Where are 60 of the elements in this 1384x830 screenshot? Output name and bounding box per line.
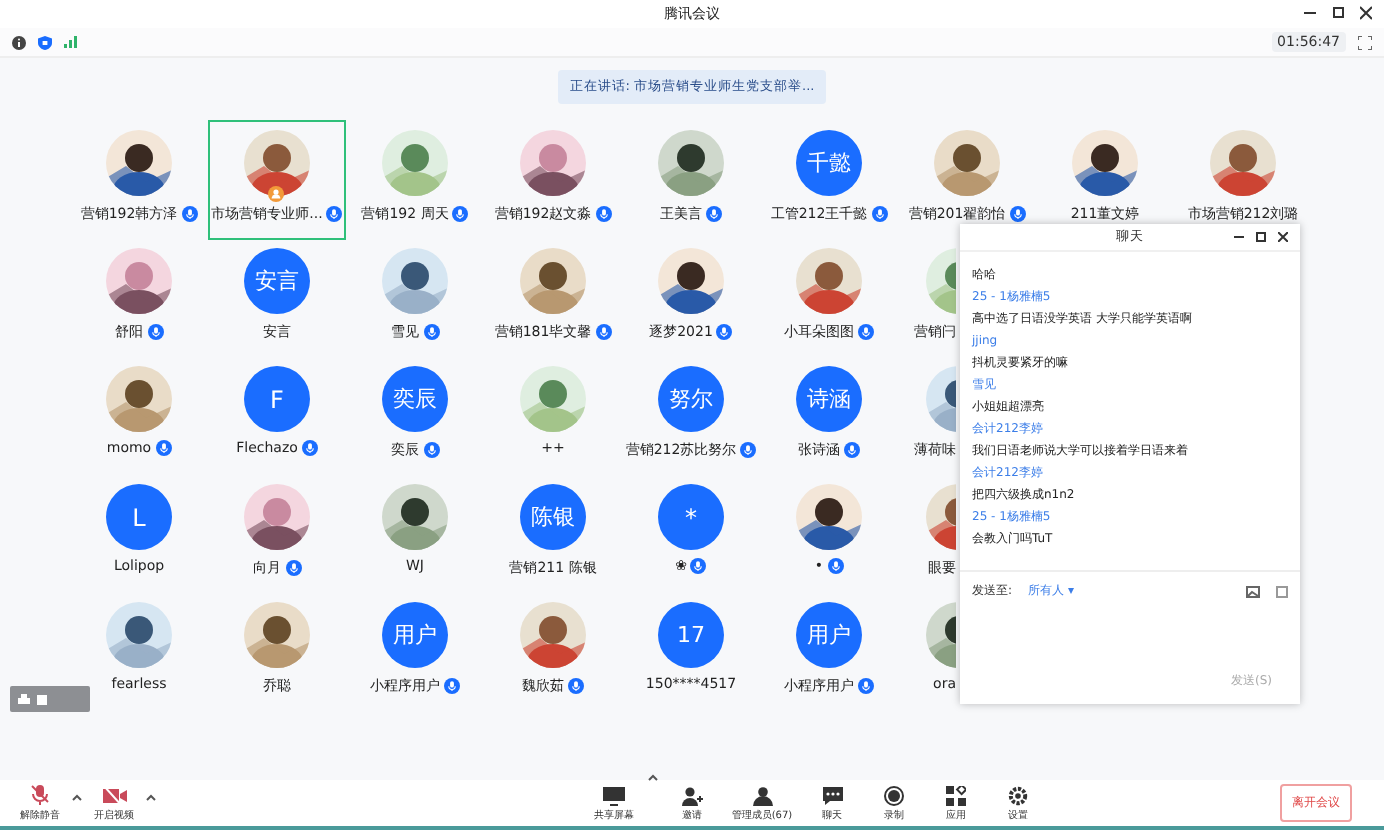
mic-icon bbox=[285, 560, 301, 576]
mic-icon bbox=[740, 442, 757, 458]
avatar: 17 bbox=[658, 602, 724, 668]
mic-icon bbox=[423, 324, 439, 340]
avatar: 诗涵 bbox=[796, 366, 862, 432]
minimize-icon[interactable] bbox=[1234, 232, 1244, 242]
restore-icon[interactable] bbox=[1332, 6, 1344, 20]
image-icon[interactable] bbox=[1246, 585, 1260, 597]
window-icon[interactable] bbox=[36, 693, 48, 705]
caret-icon[interactable] bbox=[648, 773, 658, 781]
record-icon bbox=[884, 785, 904, 805]
shield-icon[interactable] bbox=[38, 35, 52, 49]
avatar: 努尔 bbox=[658, 366, 724, 432]
mic-icon bbox=[706, 206, 722, 222]
mic-icon bbox=[858, 324, 874, 340]
mic-icon bbox=[690, 558, 707, 574]
mic-icon bbox=[568, 678, 584, 694]
avatar: F bbox=[244, 366, 310, 432]
caret-icon[interactable] bbox=[72, 793, 82, 801]
chat-icon bbox=[821, 785, 843, 805]
mic-icon bbox=[423, 442, 439, 458]
avatar: * bbox=[658, 484, 724, 550]
mic-icon bbox=[147, 324, 163, 340]
mic-icon bbox=[444, 678, 460, 694]
mic-icon bbox=[595, 206, 612, 222]
add-person-icon bbox=[681, 785, 703, 805]
mic-icon bbox=[301, 440, 318, 456]
close-icon[interactable] bbox=[1278, 232, 1288, 242]
avatar: 奕辰 bbox=[382, 366, 448, 432]
mic-icon bbox=[326, 206, 343, 222]
settings-icon bbox=[1008, 785, 1028, 805]
minimize-icon[interactable] bbox=[1304, 6, 1316, 20]
apps-icon bbox=[946, 785, 966, 805]
avatar: 陈银 bbox=[520, 484, 586, 550]
caret-icon[interactable] bbox=[146, 793, 156, 801]
signal-icon[interactable] bbox=[64, 36, 78, 48]
person-icon bbox=[751, 785, 773, 805]
mic-icon bbox=[871, 206, 888, 222]
mic-icon bbox=[452, 206, 469, 222]
avatar: L bbox=[106, 484, 172, 550]
video-off-icon bbox=[101, 785, 127, 805]
mic-icon bbox=[155, 440, 172, 456]
mic-icon bbox=[181, 206, 198, 222]
mic-icon bbox=[827, 558, 844, 574]
fullscreen-icon[interactable] bbox=[1358, 35, 1372, 49]
mic-icon bbox=[595, 324, 612, 340]
maximize-icon[interactable] bbox=[1256, 232, 1266, 242]
close-icon[interactable] bbox=[1360, 6, 1372, 20]
mic-icon bbox=[844, 442, 860, 458]
screen-icon bbox=[602, 785, 626, 805]
avatar: 安言 bbox=[244, 248, 310, 314]
avatar: 千懿 bbox=[796, 130, 862, 196]
muted-mic-icon bbox=[30, 784, 50, 806]
printer-icon[interactable] bbox=[18, 693, 30, 705]
info-icon[interactable] bbox=[12, 35, 26, 49]
mic-icon bbox=[858, 678, 874, 694]
avatar: 用户 bbox=[382, 602, 448, 668]
avatar: 用户 bbox=[796, 602, 862, 668]
file-icon[interactable] bbox=[1276, 585, 1288, 597]
mic-icon bbox=[716, 324, 733, 340]
